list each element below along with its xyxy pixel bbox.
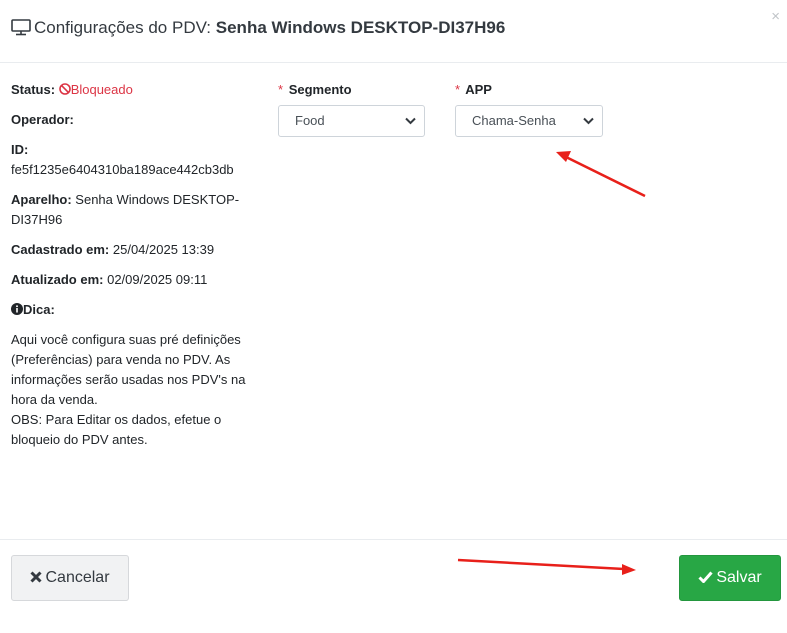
segment-label: * Segmento (278, 82, 352, 97)
updated-row: Atualizado em: 02/09/2025 09:11 (11, 270, 207, 290)
segment-field-group: * Segmento (278, 82, 352, 97)
app-label-text: APP (465, 82, 492, 97)
app-selected-value: Chama-Senha (472, 113, 556, 128)
registered-value: 25/04/2025 13:39 (112, 242, 215, 257)
operator-label: Operador: (11, 112, 74, 127)
device-value-line1: Senha Windows DESKTOP- (75, 192, 240, 207)
tip-heading: Dica: (11, 300, 55, 320)
cancel-button[interactable]: Cancelar (11, 555, 129, 601)
tip-line: OBS: Para Editar os dados, efetue o (11, 412, 222, 427)
app-field-group: * APP (455, 82, 492, 97)
modal-header: Configurações do PDV: Senha Windows DESK… (0, 0, 787, 63)
status-row: Status: Bloqueado (11, 80, 133, 100)
monitor-icon (11, 19, 31, 41)
tip-line: bloqueio do PDV antes. (11, 432, 148, 447)
save-button[interactable]: Salvar (679, 555, 781, 601)
segment-selected-value: Food (295, 113, 325, 128)
segment-label-text: Segmento (288, 82, 352, 97)
required-mark: * (455, 82, 461, 97)
status-text: Bloqueado (70, 82, 133, 97)
pdv-settings-modal: Configurações do PDV: Senha Windows DESK… (0, 0, 787, 633)
required-mark: * (278, 82, 284, 97)
cancel-label: Cancelar (45, 569, 110, 586)
id-label: ID: (11, 142, 29, 157)
device-label: Aparelho: (11, 192, 72, 207)
save-label: Salvar (716, 569, 762, 586)
title-device-name: Senha Windows DESKTOP-DI37H96 (215, 18, 506, 37)
chevron-down-icon (583, 117, 594, 125)
tip-line: informações serão usadas nos PDV's na (11, 372, 246, 387)
registered-row: Cadastrado em: 25/04/2025 13:39 (11, 240, 214, 260)
info-circle-icon (11, 303, 23, 315)
id-value: fe5f1235e6404310ba189ace442cb3db (11, 162, 234, 177)
status-label: Status: (11, 82, 56, 97)
id-row: ID: fe5f1235e6404310ba189ace442cb3db (11, 140, 234, 180)
times-icon (30, 571, 43, 583)
tip-text: Aqui você configura suas pré definições … (11, 330, 251, 450)
updated-value: 02/09/2025 09:11 (107, 272, 208, 287)
status-value: Bloqueado (58, 82, 133, 97)
app-label: * APP (455, 82, 492, 97)
tip-line: hora da venda. (11, 392, 98, 407)
device-row: Aparelho: Senha Windows DESKTOP- DI37H96 (11, 190, 239, 230)
chevron-down-icon (405, 117, 416, 125)
tip-label: Dica: (23, 302, 55, 317)
ban-icon (58, 83, 71, 95)
operator-row: Operador: (11, 110, 74, 130)
tip-line: Aqui você configura suas pré definições (11, 332, 241, 347)
check-icon (698, 571, 713, 584)
app-select[interactable]: Chama-Senha (455, 105, 603, 137)
tip-line: (Preferências) para venda no PDV. As (11, 352, 231, 367)
modal-title: Configurações do PDV: Senha Windows DESK… (11, 18, 505, 41)
close-icon[interactable]: × (771, 8, 780, 25)
registered-label: Cadastrado em: (11, 242, 110, 257)
updated-label: Atualizado em: (11, 272, 104, 287)
segment-select[interactable]: Food (278, 105, 425, 137)
annotation-arrow-to-app-select (556, 151, 646, 198)
device-value-line2: DI37H96 (11, 212, 63, 227)
title-prefix: Configurações do PDV: (34, 18, 212, 37)
